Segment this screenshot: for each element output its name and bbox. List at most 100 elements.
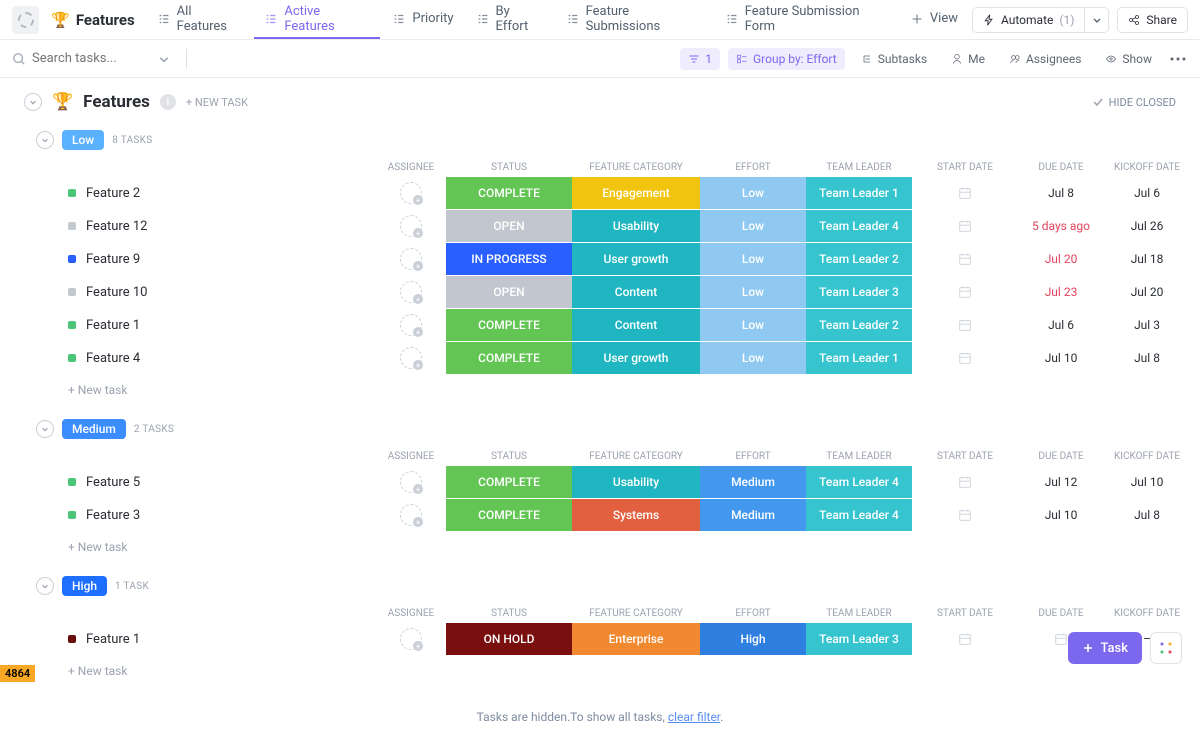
group-badge[interactable]: Medium (62, 419, 126, 439)
assignee-cell[interactable] (376, 342, 446, 374)
due-date-cell[interactable]: Jul 23 (1018, 276, 1104, 308)
due-date-cell[interactable]: Jul 10 (1018, 499, 1104, 531)
status-cell[interactable]: COMPLETE (446, 342, 572, 374)
review-cell[interactable] (1190, 276, 1200, 308)
review-cell[interactable]: Ju (1190, 342, 1200, 374)
group-collapse[interactable] (36, 131, 54, 149)
assignee-cell[interactable] (376, 623, 446, 655)
column-header[interactable]: FEATURE CATEGORY (572, 158, 700, 177)
effort-cell[interactable]: Low (700, 342, 806, 374)
start-date-cell[interactable] (912, 499, 1018, 531)
clear-filter-link[interactable]: clear filter (668, 710, 720, 724)
add-task-row[interactable]: + New task (36, 375, 1176, 405)
column-header[interactable]: ASSIGNEE (376, 447, 446, 466)
more-menu[interactable] (1168, 53, 1188, 65)
new-task-fab[interactable]: Task (1068, 632, 1142, 664)
column-header[interactable]: DUE DATE (1018, 604, 1104, 623)
effort-cell[interactable]: Medium (700, 466, 806, 498)
start-date-cell[interactable] (912, 210, 1018, 242)
column-header[interactable]: KICKOFF DATE (1104, 604, 1190, 623)
tab-all-features[interactable]: All Features (147, 1, 253, 39)
due-date-cell[interactable]: Jul 10 (1018, 342, 1104, 374)
team-cell[interactable]: Team Leader 4 (806, 466, 912, 498)
column-header[interactable]: KICKOFF DATE (1104, 158, 1190, 177)
column-header[interactable]: FEATURE CATEGORY (572, 604, 700, 623)
effort-cell[interactable]: High (700, 623, 806, 655)
subtasks-chip[interactable]: Subtasks (853, 48, 935, 70)
category-cell[interactable]: Engagement (572, 177, 700, 209)
status-cell[interactable]: COMPLETE (446, 499, 572, 531)
kickoff-date-cell[interactable]: Jul 20 (1104, 276, 1190, 308)
column-header[interactable]: ASSIGNEE (376, 604, 446, 623)
filter-chip[interactable]: 1 (680, 48, 720, 70)
column-header[interactable]: EFFORT (700, 447, 806, 466)
status-cell[interactable]: OPEN (446, 210, 572, 242)
column-header[interactable]: STATUS (446, 604, 572, 623)
category-cell[interactable]: Systems (572, 499, 700, 531)
me-chip[interactable]: Me (943, 48, 993, 70)
show-chip[interactable]: Show (1097, 48, 1160, 70)
hide-closed-toggle[interactable]: HIDE CLOSED (1092, 96, 1176, 109)
due-date-cell[interactable]: 5 days ago (1018, 210, 1104, 242)
column-header[interactable]: TEAM LEADER (806, 158, 912, 177)
task-row[interactable]: Feature 10OPENContentLowTeam Leader 3Jul… (36, 276, 1176, 309)
due-date-cell[interactable]: Jul 12 (1018, 466, 1104, 498)
assignee-cell[interactable] (376, 276, 446, 308)
start-date-cell[interactable] (912, 342, 1018, 374)
due-date-cell[interactable]: Jul 20 (1018, 243, 1104, 275)
column-header[interactable]: START DATE (912, 604, 1018, 623)
add-view-button[interactable]: View (900, 1, 968, 39)
category-cell[interactable]: Content (572, 309, 700, 341)
column-header[interactable]: TEAM LEADER (806, 447, 912, 466)
task-row[interactable]: Feature 3COMPLETESystemsMediumTeam Leade… (36, 499, 1176, 532)
status-cell[interactable]: IN PROGRESS (446, 243, 572, 275)
review-cell[interactable] (1190, 623, 1200, 655)
start-date-cell[interactable] (912, 309, 1018, 341)
group-badge[interactable]: High (62, 576, 107, 596)
column-header[interactable]: TEAM LEADER (806, 604, 912, 623)
task-row[interactable]: Feature 1COMPLETEContentLowTeam Leader 2… (36, 309, 1176, 342)
column-header[interactable]: REVIE (1190, 447, 1200, 466)
category-cell[interactable]: User growth (572, 342, 700, 374)
section-collapse[interactable] (24, 93, 42, 111)
effort-cell[interactable]: Low (700, 210, 806, 242)
group-badge[interactable]: Low (62, 130, 104, 150)
column-header[interactable]: EFFORT (700, 158, 806, 177)
column-header[interactable]: REVIE (1190, 158, 1200, 177)
status-cell[interactable]: ON HOLD (446, 623, 572, 655)
task-row[interactable]: Feature 2COMPLETEEngagementLowTeam Leade… (36, 177, 1176, 210)
chevron-down-icon[interactable] (158, 53, 170, 65)
tab-active-features[interactable]: Active Features (254, 1, 380, 39)
column-header[interactable]: ASSIGNEE (376, 158, 446, 177)
assignee-cell[interactable] (376, 309, 446, 341)
due-date-cell[interactable]: Jul 8 (1018, 177, 1104, 209)
start-date-cell[interactable] (912, 276, 1018, 308)
tab-priority[interactable]: Priority (382, 1, 463, 39)
task-row[interactable]: Feature 12OPENUsabilityLowTeam Leader 45… (36, 210, 1176, 243)
column-header[interactable]: STATUS (446, 447, 572, 466)
effort-cell[interactable]: Low (700, 243, 806, 275)
search-input[interactable] (32, 51, 152, 66)
apps-button[interactable] (1150, 632, 1182, 664)
category-cell[interactable]: User growth (572, 243, 700, 275)
start-date-cell[interactable] (912, 466, 1018, 498)
info-icon[interactable]: i (160, 94, 176, 110)
team-cell[interactable]: Team Leader 3 (806, 276, 912, 308)
status-cell[interactable]: COMPLETE (446, 177, 572, 209)
start-date-cell[interactable] (912, 623, 1018, 655)
review-cell[interactable] (1190, 243, 1200, 275)
due-date-cell[interactable]: Jul 6 (1018, 309, 1104, 341)
column-header[interactable]: START DATE (912, 158, 1018, 177)
assignee-cell[interactable] (376, 499, 446, 531)
team-cell[interactable]: Team Leader 4 (806, 210, 912, 242)
category-cell[interactable]: Content (572, 276, 700, 308)
search-wrap[interactable] (12, 51, 170, 66)
tab-feature-submissions[interactable]: Feature Submissions (556, 1, 713, 39)
assignee-cell[interactable] (376, 243, 446, 275)
column-header[interactable]: REVIE (1190, 604, 1200, 623)
tab-feature-submission-form[interactable]: Feature Submission Form (715, 1, 898, 39)
start-date-cell[interactable] (912, 243, 1018, 275)
category-cell[interactable]: Enterprise (572, 623, 700, 655)
group-collapse[interactable] (36, 577, 54, 595)
tab-by-effort[interactable]: By Effort (466, 1, 554, 39)
